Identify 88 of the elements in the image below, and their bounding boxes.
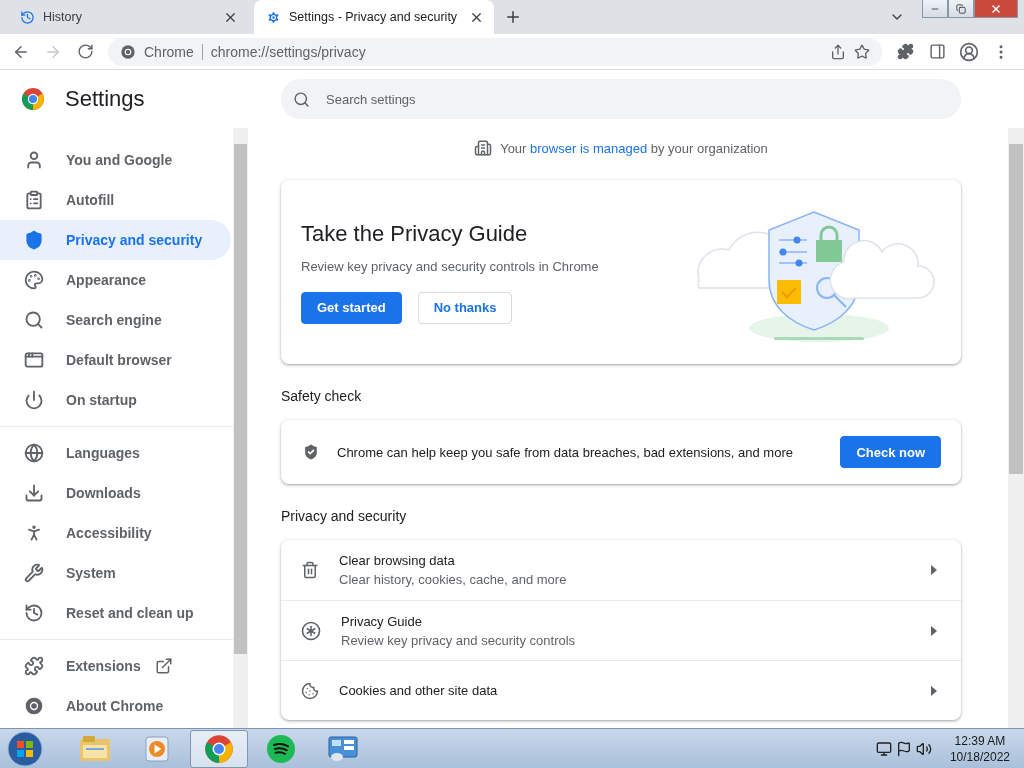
globe-icon xyxy=(24,443,44,463)
sidebar-item[interactable]: You and Google xyxy=(0,140,231,180)
profile-icon[interactable] xyxy=(959,41,979,62)
card-title: Take the Privacy Guide xyxy=(301,220,529,247)
download-icon xyxy=(24,483,44,503)
sidebar-item[interactable]: About Chrome xyxy=(0,686,231,726)
site-name: Chrome xyxy=(144,43,194,60)
row-title: Clear browsing data xyxy=(339,553,456,568)
asterisk-icon xyxy=(301,620,321,641)
close-icon xyxy=(990,2,1002,15)
caret-icon xyxy=(931,625,937,636)
search-field[interactable]: Search settings xyxy=(281,79,961,119)
volume-icon[interactable] xyxy=(915,740,932,757)
dismiss-button[interactable]: No thanks xyxy=(417,291,513,324)
history-icon xyxy=(24,603,44,623)
history-icon xyxy=(20,9,35,25)
cookie-icon xyxy=(301,681,319,700)
caret-icon xyxy=(931,565,937,575)
safety-check-text: Chrome can help keep you safe from data breaches, bad extensions, and more xyxy=(337,444,794,460)
minimize-button[interactable] xyxy=(922,0,948,18)
sidebar-item[interactable]: System xyxy=(0,553,231,593)
chrome-logo xyxy=(21,87,45,111)
sidebar-item[interactable]: Accessibility xyxy=(0,513,231,553)
search-placeholder: Search settings xyxy=(326,91,416,107)
row-title: Privacy Guide xyxy=(341,613,423,629)
sidebar-item[interactable]: Appearance xyxy=(0,260,231,300)
row-subtitle: Review key privacy and security controls xyxy=(341,632,577,648)
section-heading: Safety check xyxy=(281,388,363,404)
chrome-icon xyxy=(24,696,44,716)
browser-tab[interactable]: Settings - Privacy and security xyxy=(254,0,494,34)
sidebar-item[interactable]: Downloads xyxy=(0,473,231,513)
address-bar[interactable]: Chrome chrome://settings/privacy xyxy=(108,37,882,66)
check-now-button[interactable]: Check now xyxy=(840,436,941,468)
scrollbar[interactable] xyxy=(1008,128,1024,728)
palette-icon xyxy=(24,270,44,290)
sidebar-item[interactable]: Search engine xyxy=(0,300,231,340)
building-icon xyxy=(474,139,493,157)
settings-row[interactable]: Clear browsing data Clear history, cookies, cache, and more xyxy=(281,540,961,600)
tab-title: Settings - Privacy and security xyxy=(289,10,459,24)
get-started-button[interactable]: Get started xyxy=(301,291,402,324)
settings-row[interactable]: Privacy Guide Review key privacy and security controls xyxy=(281,600,961,660)
search-icon xyxy=(293,90,310,108)
network-icon[interactable] xyxy=(875,740,892,757)
shield-icon xyxy=(24,230,44,250)
side-panel-icon[interactable] xyxy=(928,43,946,60)
row-title: Cookies and other site data xyxy=(339,683,499,698)
wrench-icon xyxy=(24,563,44,583)
gear-icon xyxy=(266,9,281,25)
power-icon xyxy=(24,390,44,410)
chrome-icon xyxy=(204,733,234,764)
sidebar-item[interactable]: Reset and clean up xyxy=(0,593,231,633)
browser-tab[interactable]: History xyxy=(8,0,248,34)
scrollbar[interactable] xyxy=(233,128,248,728)
puzzle-icon xyxy=(24,656,44,676)
caret-icon xyxy=(931,685,937,696)
settings-row[interactable]: Cookies and other site data xyxy=(281,660,961,720)
managed-link[interactable]: browser is managed xyxy=(530,140,648,156)
new-tab-icon[interactable] xyxy=(504,8,522,26)
sidebar-item[interactable]: Extensions xyxy=(0,646,231,686)
sidebar-item[interactable]: Default browser xyxy=(0,340,231,380)
extensions-icon[interactable] xyxy=(896,43,914,60)
section-heading: Privacy and security xyxy=(281,508,408,524)
control-panel-icon[interactable] xyxy=(327,734,359,763)
share-icon[interactable] xyxy=(830,43,846,60)
restore-button[interactable] xyxy=(948,0,974,18)
managed-notice: Your browser is managed by your organization xyxy=(500,140,768,156)
start-button[interactable] xyxy=(6,729,44,768)
trash-icon xyxy=(301,561,319,579)
url-text: chrome://settings/privacy xyxy=(210,43,367,60)
card-description: Review key privacy and security controls in Chrome xyxy=(301,258,600,274)
search-icon xyxy=(24,310,44,330)
settings-title: Settings xyxy=(65,86,145,112)
star-icon[interactable] xyxy=(854,43,870,60)
person-icon xyxy=(24,150,44,170)
window-icon xyxy=(24,350,44,370)
clipboard-icon xyxy=(24,190,44,210)
spotify-icon[interactable] xyxy=(266,733,296,764)
tab-title: History xyxy=(43,10,83,24)
sidebar-item[interactable]: On startup xyxy=(0,380,231,420)
reload-icon[interactable] xyxy=(76,43,94,60)
row-subtitle: Clear history, cookies, cache, and more xyxy=(339,572,568,587)
sidebar-item[interactable]: Autofill xyxy=(0,180,231,220)
sidebar-item[interactable]: Languages xyxy=(0,433,231,473)
chrome-icon xyxy=(120,43,136,60)
restore-icon xyxy=(956,3,966,14)
flag-icon[interactable] xyxy=(895,740,912,757)
clock[interactable]: 12:39 AM 10/18/2022 xyxy=(935,732,1018,765)
sidebar-item[interactable]: Privacy and security xyxy=(0,220,231,260)
